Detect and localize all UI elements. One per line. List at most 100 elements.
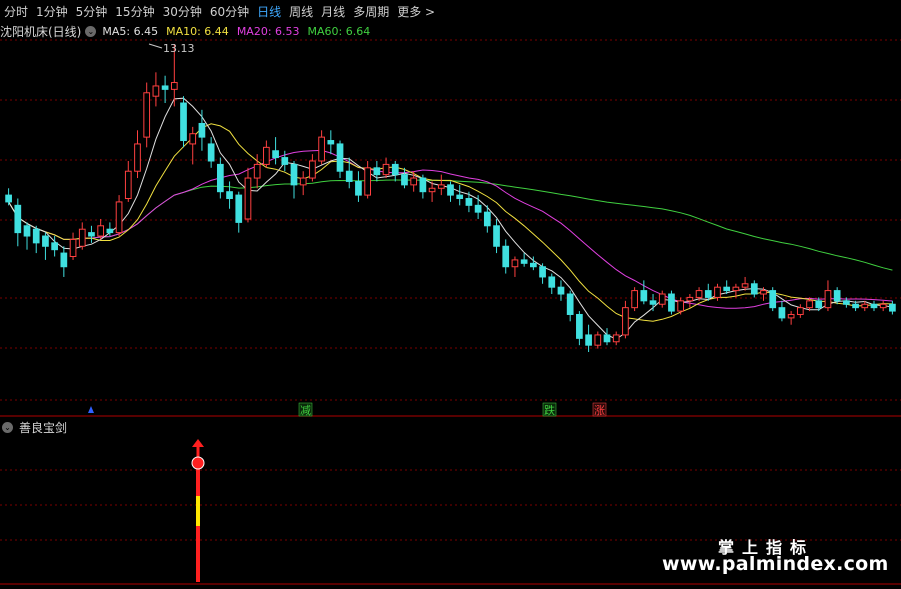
candle-body	[244, 177, 252, 220]
period-5min[interactable]: 5分钟	[72, 3, 112, 20]
period-fenshi[interactable]: 分时	[0, 3, 32, 20]
candle-body	[263, 146, 270, 165]
candle-body	[796, 307, 804, 315]
ma-legend: 沈阳机床(日线) ⌄ MA5: 6.45 MA10: 6.44 MA20: 6.…	[0, 22, 378, 40]
candle-body	[889, 303, 896, 312]
period-monthly[interactable]: 月线	[317, 3, 349, 20]
candle-body	[631, 290, 638, 309]
candle-body	[69, 238, 77, 257]
signal-jian: 减	[300, 404, 311, 417]
chevron-down-icon[interactable]: ⌄	[85, 25, 97, 37]
candle-body	[520, 259, 528, 264]
candle-body	[612, 334, 620, 343]
candle-body	[483, 211, 491, 227]
candle-body	[180, 102, 187, 142]
candle-body	[668, 293, 675, 312]
candle-body	[594, 334, 602, 346]
ma5-line	[8, 97, 893, 340]
candle-body	[843, 300, 850, 305]
candle-body	[309, 160, 316, 179]
signal-die: 跌	[544, 403, 555, 417]
candle-body	[161, 85, 169, 90]
stock-title: 沈阳机床(日线)	[0, 24, 82, 39]
candle-body	[170, 82, 178, 90]
max-price-label: 13.13	[163, 42, 195, 55]
candles	[5, 44, 896, 352]
candle-body	[364, 167, 371, 196]
period-30min[interactable]: 30分钟	[159, 3, 206, 20]
period-1min[interactable]: 1分钟	[32, 3, 72, 20]
candle-body	[216, 163, 224, 193]
signal-markers: 减 跌 涨	[88, 402, 607, 417]
candle-body	[557, 286, 565, 295]
candle-body	[327, 140, 335, 145]
candle-body	[695, 290, 703, 298]
ma5-value: MA5: 6.45	[102, 24, 159, 38]
candle-body	[815, 300, 823, 309]
candle-body	[32, 228, 40, 244]
candle-body	[833, 290, 841, 302]
candle-body	[760, 290, 767, 295]
candle-body	[345, 170, 353, 182]
candle-body	[741, 283, 749, 288]
candle-body	[870, 303, 878, 309]
kline-chart[interactable]: 13.13 减 跌 涨	[0, 0, 901, 589]
candle-body	[539, 266, 546, 278]
candle-body	[373, 167, 381, 176]
chevron-down-icon[interactable]: ⌄	[2, 421, 13, 433]
candle-body	[143, 92, 151, 138]
candle-body	[502, 245, 510, 268]
candle-body	[281, 157, 289, 165]
candle-body	[622, 307, 629, 336]
candle-body	[548, 276, 556, 288]
candle-body	[677, 300, 685, 312]
candle-body	[714, 286, 721, 298]
candle-body	[778, 307, 786, 319]
ma20-value: MA20: 6.53	[236, 24, 300, 38]
candle-body	[115, 201, 123, 234]
watermark-url: www.palmindex.com	[662, 553, 889, 575]
candle-body	[879, 303, 887, 309]
candle-body	[769, 290, 777, 309]
candle-body	[382, 163, 390, 176]
grid	[0, 39, 901, 585]
arrow-up-icon	[192, 439, 204, 447]
candle-body	[704, 290, 712, 298]
candle-body	[88, 232, 95, 237]
up-arrow-icon	[88, 406, 94, 413]
candle-body	[474, 204, 482, 213]
candle-body	[493, 225, 500, 247]
candle-body	[787, 313, 795, 319]
candle-body	[318, 136, 325, 162]
period-15min[interactable]: 15分钟	[111, 3, 158, 20]
candle-body	[152, 85, 160, 97]
candle-body	[235, 194, 243, 223]
candle-body	[290, 163, 298, 186]
candle-body	[60, 252, 68, 268]
candle-body	[465, 198, 473, 206]
more-button[interactable]: 更多 >	[393, 3, 439, 20]
candle-body	[23, 225, 31, 237]
period-weekly[interactable]: 周线	[285, 3, 317, 20]
period-multi[interactable]: 多周期	[349, 3, 393, 20]
candle-body	[824, 290, 832, 309]
ma10-line	[8, 123, 893, 322]
candle-body	[585, 334, 592, 346]
indicator-title: 善良宝剑	[19, 420, 68, 435]
period-60min[interactable]: 60分钟	[206, 3, 253, 20]
candle-body	[299, 177, 307, 186]
ma60-value: MA60: 6.64	[307, 24, 371, 38]
candle-body	[336, 143, 344, 172]
candle-body	[530, 262, 537, 268]
candle-body	[226, 191, 233, 200]
candle-body	[658, 293, 666, 305]
candle-body	[806, 300, 813, 309]
max-price-marker: 13.13	[148, 42, 195, 55]
candle-body	[42, 235, 49, 247]
candle-body	[5, 194, 12, 203]
candle-body	[207, 143, 215, 162]
candle-body	[723, 286, 731, 292]
candle-body	[603, 334, 611, 343]
candle-body	[272, 150, 279, 159]
period-daily[interactable]: 日线	[253, 3, 285, 20]
